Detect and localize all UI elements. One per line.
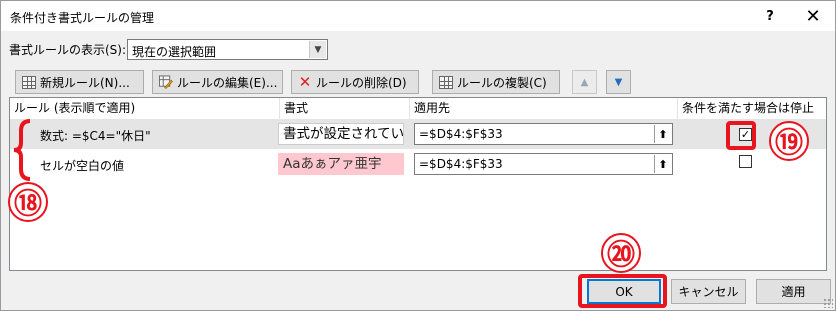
edit-icon — [159, 75, 173, 89]
show-rules-selected: 現在の選択範囲 — [132, 45, 217, 59]
stop-if-true-checkbox[interactable] — [739, 155, 752, 168]
rule-description: セルが空白の値 — [40, 159, 125, 173]
applies-to-value: =$D$4:$F$33 — [419, 127, 503, 141]
column-header-rule: ルール (表示順で適用) — [10, 98, 280, 120]
step-19-marker: ⑲ — [769, 121, 809, 161]
delete-icon: ✕ — [298, 73, 312, 91]
new-rule-button[interactable]: 新規ルール(N)... — [15, 70, 144, 94]
chevron-down-icon[interactable]: ▼ — [309, 41, 326, 58]
new-rule-label: 新規ルール(N)... — [40, 75, 130, 90]
rules-list: ルール (表示順で適用) 書式 適用先 条件を満たす場合は停止 数式: =$C4… — [9, 97, 827, 271]
show-rules-label: 書式ルールの表示(S): — [9, 43, 127, 57]
table-row[interactable]: セルが空白の値 Aaあぁアァ亜宇 =$D$4:$F$33 ⬆ — [10, 150, 826, 179]
range-picker-icon[interactable]: ⬆ — [654, 155, 671, 173]
window-title: 条件付き書式ルールの管理 — [10, 11, 155, 25]
duplicate-rule-label: ルールの複製(C) — [457, 75, 547, 90]
format-preview: 書式が設定されてい — [278, 123, 404, 145]
table-row[interactable]: 数式: =$C4="休日" 書式が設定されてい =$D$4:$F$33 ⬆ ✓ — [10, 120, 826, 149]
range-picker-icon[interactable]: ⬆ — [654, 125, 671, 143]
edit-rule-button[interactable]: ルールの編集(E)... — [152, 70, 283, 94]
apply-button[interactable]: 適用 — [756, 279, 831, 304]
column-header-stop-if-true: 条件を満たす場合は停止 — [678, 98, 826, 120]
step-20-marker: ⑳ — [601, 233, 641, 273]
move-down-button[interactable]: ▼ — [606, 70, 631, 94]
curly-brace-annotation — [13, 119, 31, 181]
delete-rule-label: ルールの削除(D) — [316, 75, 407, 90]
edit-rule-label: ルールの編集(E)... — [177, 75, 278, 90]
format-preview: Aaあぁアァ亜宇 — [278, 153, 404, 175]
table-icon — [22, 75, 36, 89]
move-up-button[interactable]: ▲ — [572, 70, 597, 94]
column-header-applies-to: 適用先 — [410, 98, 678, 120]
rule-description: 数式: =$C4="休日" — [40, 129, 151, 143]
cancel-button[interactable]: キャンセル — [671, 279, 746, 304]
close-button[interactable]: ✕ — [791, 1, 835, 31]
step-18-marker: ⑱ — [8, 182, 48, 222]
column-header-format: 書式 — [280, 98, 410, 120]
duplicate-rule-button[interactable]: ルールの複製(C) — [432, 70, 560, 94]
table-icon — [439, 75, 453, 89]
applies-to-input[interactable]: =$D$4:$F$33 ⬆ — [414, 123, 673, 145]
checkbox-highlight — [726, 121, 756, 150]
show-rules-dropdown[interactable]: 現在の選択範囲 ▼ — [127, 39, 328, 60]
resize-grip-icon[interactable] — [823, 298, 833, 308]
applies-to-input[interactable]: =$D$4:$F$33 ⬆ — [414, 153, 673, 175]
title-bar: 条件付き書式ルールの管理 ? ✕ — [1, 1, 835, 31]
delete-rule-button[interactable]: ✕ ルールの削除(D) — [291, 70, 419, 94]
applies-to-value: =$D$4:$F$33 — [419, 157, 503, 171]
ok-button-highlight — [578, 274, 667, 308]
help-button[interactable]: ? — [753, 1, 787, 31]
conditional-formatting-rules-dialog: 条件付き書式ルールの管理 ? ✕ 書式ルールの表示(S): 現在の選択範囲 ▼ … — [0, 0, 836, 311]
